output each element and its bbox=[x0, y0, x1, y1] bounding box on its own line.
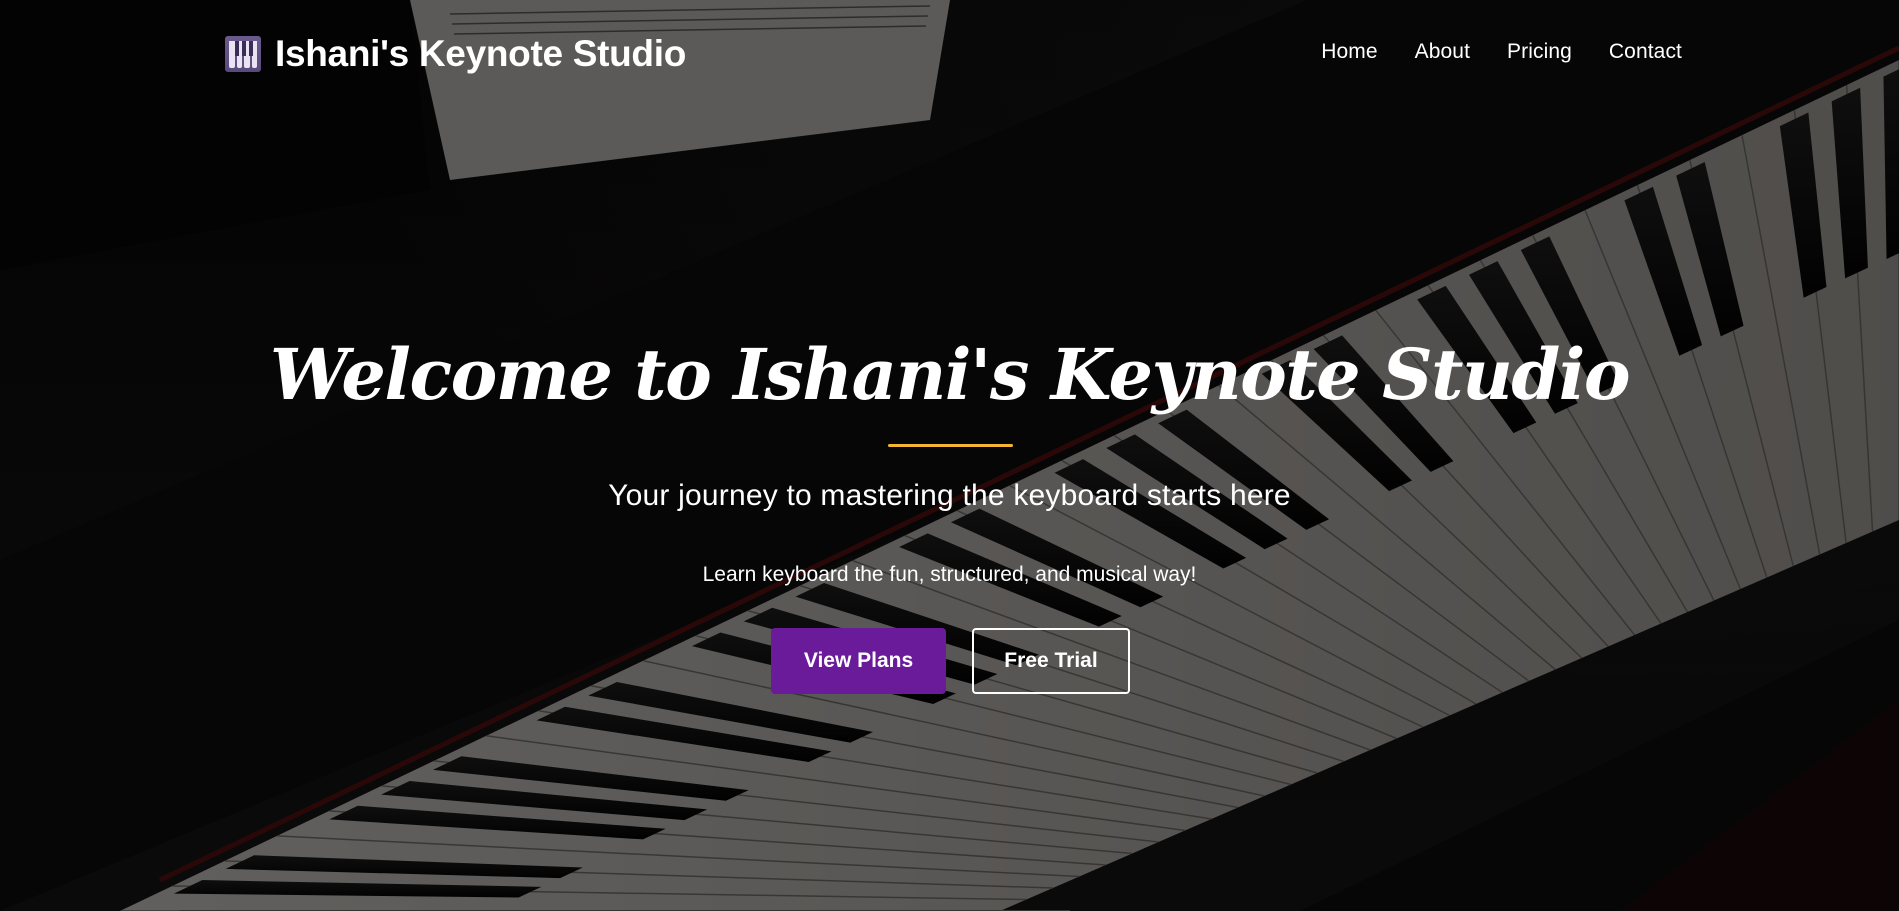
free-trial-button[interactable]: Free Trial bbox=[972, 628, 1130, 694]
nav-link-contact[interactable]: Contact bbox=[1609, 40, 1682, 64]
brand-name: Ishani's Keynote Studio bbox=[275, 33, 687, 74]
hero-title: Welcome to Ishani's Keynote Studio bbox=[269, 333, 1631, 416]
title-underline bbox=[888, 444, 1013, 447]
dark-overlay bbox=[0, 0, 1899, 911]
hero-tagline: Learn keyboard the fun, structured, and … bbox=[702, 563, 1197, 586]
brand-logo[interactable]: Ishani's Keynote Studio bbox=[225, 30, 686, 78]
cta-buttons: View Plans Free Trial bbox=[771, 628, 1130, 694]
hero-subtitle: Your journey to mastering the keyboard s… bbox=[608, 479, 1291, 512]
piano-keys-icon bbox=[225, 36, 261, 72]
hero-section: Ishani's Keynote Studio Home About Prici… bbox=[0, 0, 1899, 911]
nav-link-about[interactable]: About bbox=[1415, 40, 1470, 64]
main-nav: Home About Pricing Contact bbox=[1321, 40, 1682, 64]
view-plans-button[interactable]: View Plans bbox=[771, 628, 946, 694]
site-header: Ishani's Keynote Studio Home About Prici… bbox=[0, 0, 1899, 108]
nav-link-pricing[interactable]: Pricing bbox=[1507, 40, 1572, 64]
nav-link-home[interactable]: Home bbox=[1321, 40, 1377, 64]
